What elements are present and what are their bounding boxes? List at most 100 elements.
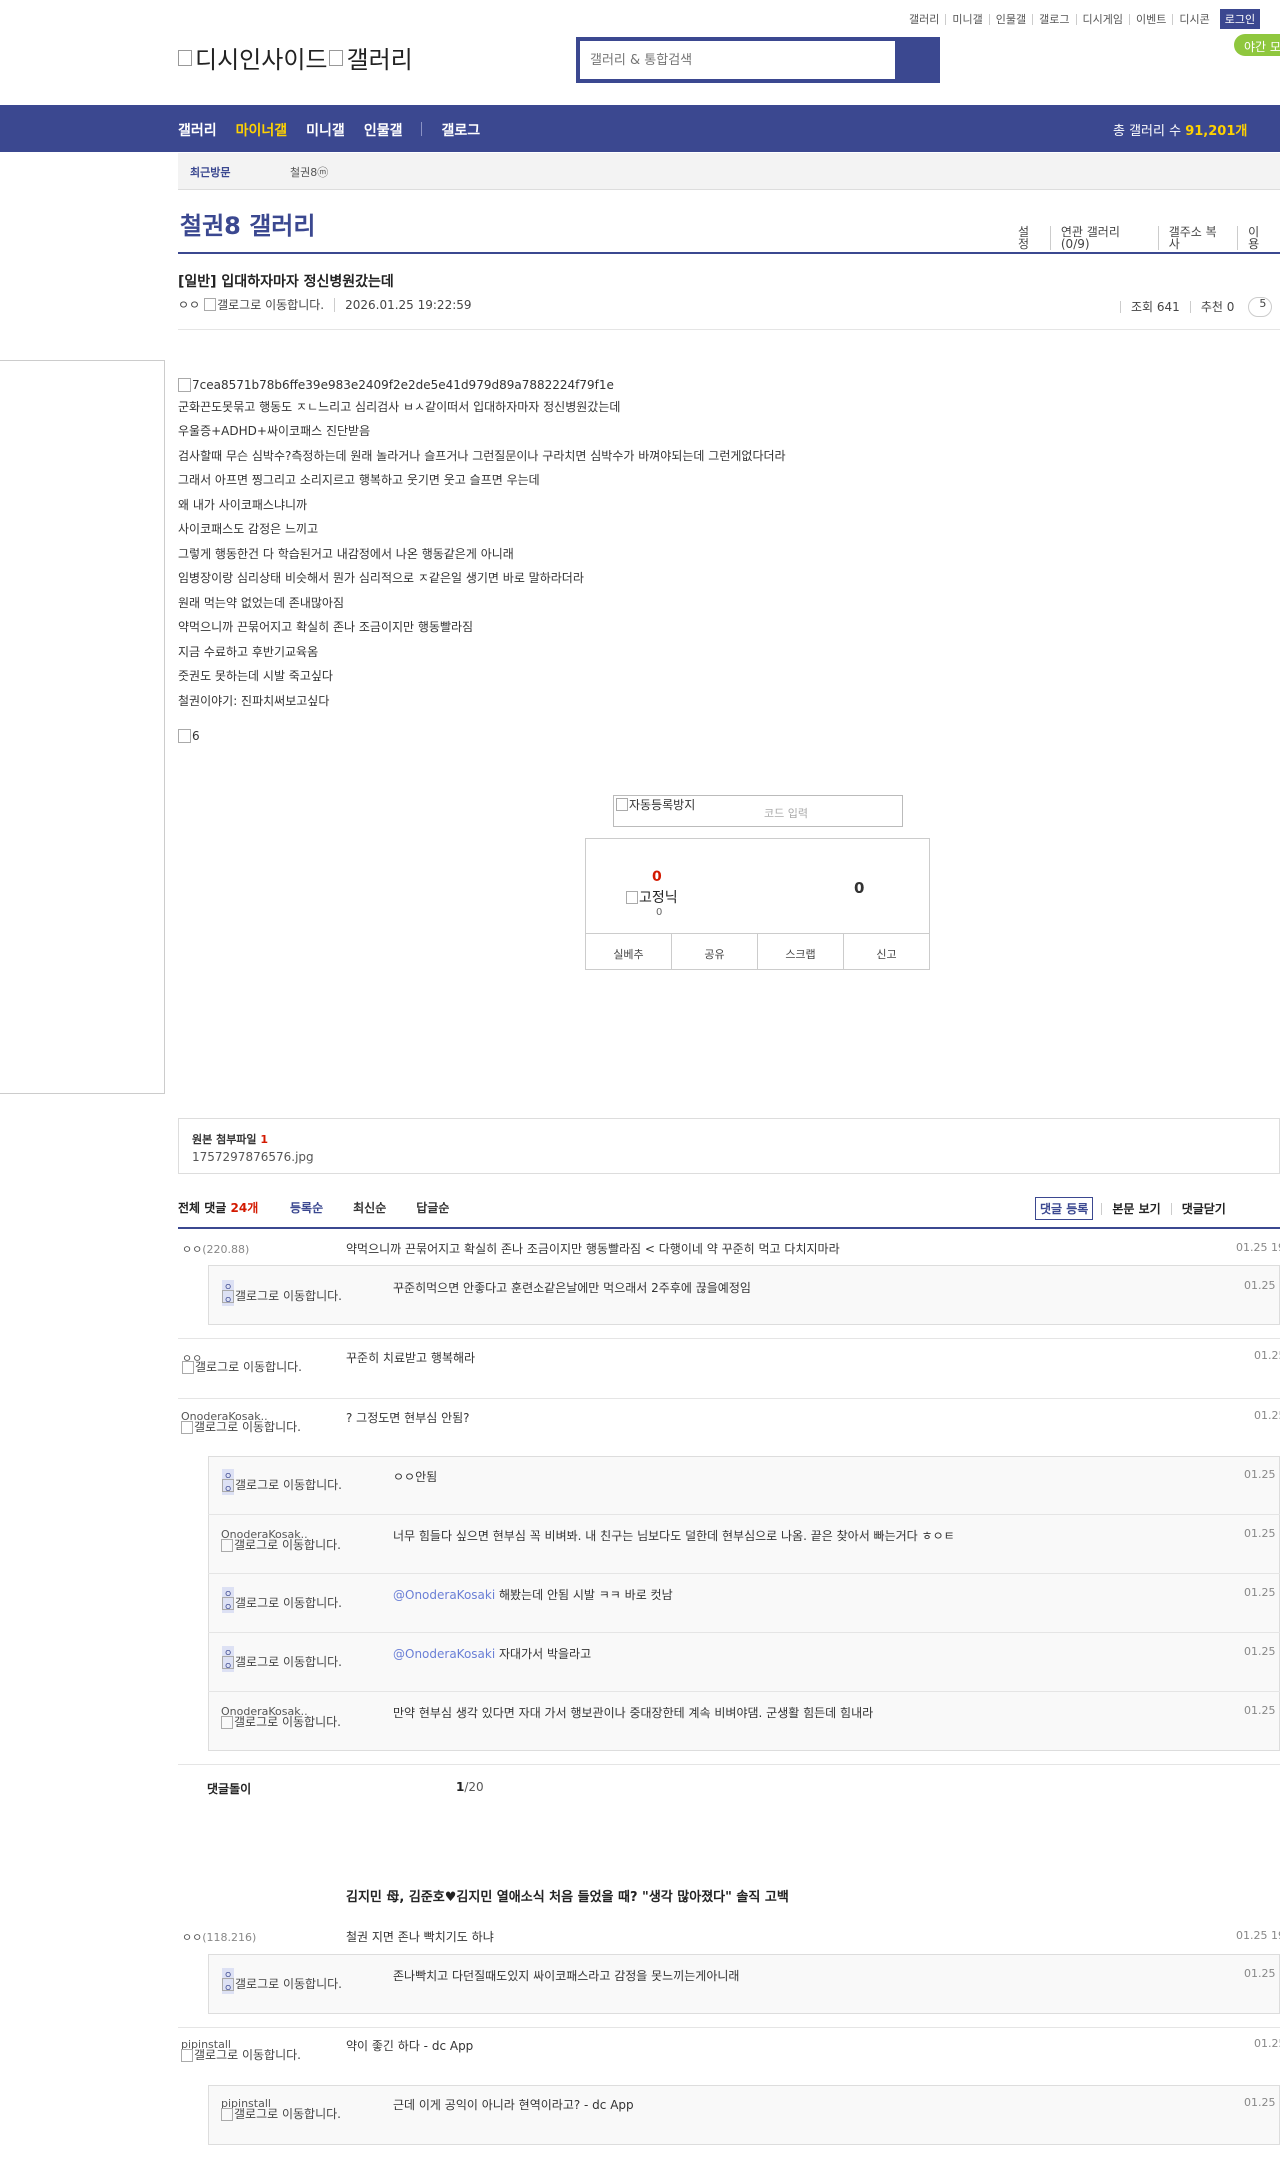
reply-box <box>208 1954 1280 2014</box>
gallery-settings[interactable]: 설정 <box>1008 226 1050 250</box>
gallery-usage[interactable]: 이용 <box>1237 226 1280 250</box>
upvote-count[interactable]: 0 <box>652 869 662 885</box>
search-box <box>576 37 940 83</box>
comment-text: 만약 현부심 생각 있다면 자대 가서 행보관이나 중대장한테 계속 비벼야댐.… <box>393 1706 874 1720</box>
post-title: [일반] 입대하자마자 정신병원갔는데 <box>178 274 394 290</box>
best-recommend-button[interactable]: 실베추 <box>586 934 671 970</box>
fixed-nick-upvote[interactable]: 고정닉 <box>626 887 678 907</box>
sort-registered[interactable]: 등록순 <box>290 1199 323 1216</box>
divider <box>208 1514 1280 1515</box>
nav-divider <box>421 122 423 136</box>
post-stats: 조회 641 추천 0 5 <box>1120 297 1273 317</box>
recent-visit-label[interactable]: 최근방문 <box>190 164 230 180</box>
gallog-link[interactable]: 갤로그로 이동합니다. <box>222 1290 355 1303</box>
gallog-link[interactable]: 갤로그로 이동합니다. <box>181 2049 314 2062</box>
sort-latest[interactable]: 최신순 <box>353 1199 386 1216</box>
comment-text: ㅇㅇ안됨 <box>393 1470 438 1484</box>
broken-image-icon <box>181 2049 193 2062</box>
comment-time: 01.25 1 <box>1244 2096 1280 2109</box>
gallog-link[interactable]: 갤로그로 이동합니다. <box>221 1716 354 1729</box>
reply-count-badge[interactable]: 5 <box>1248 297 1273 317</box>
comment-text: ? 그정도면 현부심 안됨? <box>346 1411 470 1425</box>
gallog-link[interactable]: 갤로그로 이동합니다. <box>221 1539 354 1552</box>
mention-link[interactable]: @OnoderaKosaki <box>393 1647 495 1661</box>
comment-nick[interactable]: ㅇㅇ(118.216) <box>182 1929 256 1945</box>
comment-text: 약이 좋긴 하다 - dc App <box>346 2039 474 2053</box>
post-line: 왜 내가 사이코패스냐니까 <box>178 497 308 512</box>
gallog-link[interactable]: 갤로그로 이동합니다. <box>222 1597 355 1610</box>
nav-minor-gallery[interactable]: 마이너갤 <box>236 120 288 140</box>
comment-nick[interactable]: ㅇㅇ(220.88) <box>182 1241 249 1257</box>
post-line: 임병장이랑 심리상태 비슷해서 뭔가 심리적으로 ㅈ같은일 생기면 바로 말하라… <box>178 571 584 585</box>
broken-image-icon <box>182 1361 194 1374</box>
post-line: 그렇게 행동한건 다 학습된거고 내감정에서 나온 행동같은게 아니래 <box>178 546 514 561</box>
gallog-link[interactable]: 갤로그로 이동합니다. <box>222 1479 355 1492</box>
util-minigal[interactable]: 미니갤 <box>945 13 988 25</box>
reply-box <box>208 2085 1280 2145</box>
recent-visit-item[interactable]: 철권8ⓜ <box>290 164 328 180</box>
comment-bot-label[interactable]: 댓글돌이 <box>207 1780 251 1797</box>
util-dccon[interactable]: 디시콘 <box>1172 13 1215 25</box>
util-person-gal[interactable]: 인물갤 <box>988 13 1032 25</box>
copy-gallery-url[interactable]: 갤주소 복사 <box>1157 226 1237 250</box>
nav-person-gallery[interactable]: 인물갤 <box>364 120 403 140</box>
nav-gallery[interactable]: 갤러리 <box>178 120 217 140</box>
total-pages: /20 <box>464 1780 484 1794</box>
nav-mini-gallery[interactable]: 미니갤 <box>306 120 345 140</box>
report-button[interactable]: 신고 <box>843 934 929 970</box>
related-galleries[interactable]: 연관 갤러리(0/9) <box>1049 226 1158 250</box>
gallery-title[interactable]: 철권8 갤러리 <box>180 206 315 241</box>
gallog-link[interactable]: 갤로그로 이동합니다. <box>204 296 324 313</box>
close-comments-button[interactable]: 댓글닫기 <box>1170 1202 1236 1215</box>
fixed-nick-count: 0 <box>656 907 663 918</box>
share-button[interactable]: 공유 <box>671 934 757 970</box>
comment-text: 근데 이게 공익이 아니라 현역이라고? - dc App <box>393 2098 634 2112</box>
search-input[interactable] <box>580 41 895 79</box>
post-recommend: 추천 0 <box>1189 301 1245 313</box>
comment-time: 01.25 1 <box>1244 1527 1280 1540</box>
comment-register-button[interactable]: 댓글 등록 <box>1035 1197 1094 1220</box>
attachment-file[interactable]: 1757297876576.jpg <box>192 1150 314 1164</box>
gallog-link[interactable]: 갤로그로 이동합니다. <box>222 1656 355 1669</box>
news-link[interactable]: 김지민 母, 김준호♥김지민 열애소식 처음 들었을 때? "생각 많아졌다" … <box>346 1886 789 1905</box>
logo-text-dcinside: 디시인사이드 <box>195 46 328 74</box>
comment-time: 01.25 19 <box>1236 1929 1280 1942</box>
post-line: 약먹으니까 끈묶어지고 확실히 존나 조금이지만 행동빨라짐 <box>178 620 474 634</box>
comment-time: 01.25 <box>1254 2037 1280 2050</box>
captcha-input[interactable]: 코드 입력 <box>764 805 808 821</box>
gallog-link[interactable]: 갤로그로 이동합니다. <box>181 1421 314 1434</box>
divider <box>178 252 1280 254</box>
gallog-link-text: 갤로그로 이동합니다. <box>235 1596 342 1610</box>
night-mode-toggle[interactable]: 야간 모 <box>1234 34 1280 56</box>
mention-link[interactable]: @OnoderaKosaki <box>393 1588 495 1602</box>
total-label: 총 갤러리 수 <box>1113 124 1182 139</box>
post-body: 7cea8571b78b6ffe39e983e2409f2e2de5e41d97… <box>178 373 786 749</box>
util-dcgame[interactable]: 디시게임 <box>1075 13 1129 25</box>
scrap-button[interactable]: 스크랩 <box>757 934 843 970</box>
broken-image-icon <box>616 798 628 811</box>
logo-text-gallery: 갤러리 <box>346 46 413 74</box>
util-event[interactable]: 이벤트 <box>1128 13 1172 25</box>
gallog-link-text: 갤로그로 이동합니다. <box>234 1538 341 1552</box>
view-body-button[interactable]: 본문 보기 <box>1101 1202 1170 1215</box>
comment-time: 01.25 1 <box>1244 1279 1280 1292</box>
post-date: 2026.01.25 19:22:59 <box>334 297 472 312</box>
fixed-nick-alt: 고정닉 <box>639 890 678 906</box>
search-button[interactable] <box>895 41 936 79</box>
sort-replies[interactable]: 답글순 <box>416 1199 449 1216</box>
nav-gallog[interactable]: 갤로그 <box>441 120 480 140</box>
util-gallog[interactable]: 갤로그 <box>1032 13 1075 25</box>
post-line: 검사할때 무슨 심박수?측정하는데 원래 놀라거나 슬프거나 그런질문이나 구라… <box>178 448 786 463</box>
site-logo[interactable]: 디시인사이드 갤러리 <box>178 40 413 75</box>
util-gallery[interactable]: 갤러리 <box>903 14 945 25</box>
broken-image-icon <box>178 378 191 393</box>
comment-time: 01.25 <box>1254 1409 1280 1422</box>
gallog-link[interactable]: 갤로그로 이동합니다. <box>221 2108 354 2121</box>
downvote-count[interactable]: 0 <box>854 879 864 897</box>
gallog-link[interactable]: 갤로그로 이동합니다. <box>182 1361 315 1374</box>
gallog-link[interactable]: 갤로그로 이동합니다. <box>222 1978 355 1991</box>
login-button[interactable]: 로그인 <box>1219 9 1261 29</box>
post-author[interactable]: ㅇㅇ <box>178 296 200 313</box>
comment-time: 01.25 19 <box>1236 1241 1280 1254</box>
top-util-menu: 갤러리 미니갤 인물갤 갤로그 디시게임 이벤트 디시콘 로그인 <box>903 9 1261 29</box>
